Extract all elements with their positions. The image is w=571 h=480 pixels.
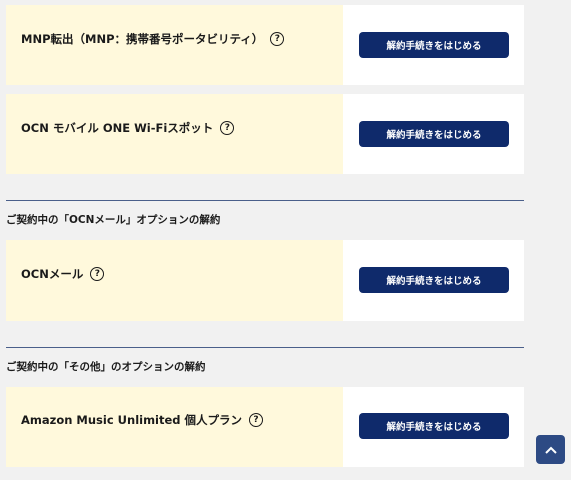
question-circle-icon[interactable]: ? xyxy=(249,413,264,427)
cancel-procedure-button-mnp[interactable]: 解約手続きをはじめる xyxy=(359,32,509,58)
option-name: MNP転出（MNP：携帯番号ポータビリティ） xyxy=(21,32,264,46)
cancel-procedure-button-ocn-mail[interactable]: 解約手続きをはじめる xyxy=(359,267,509,293)
option-action-area: 解約手続きをはじめる xyxy=(343,387,524,467)
question-circle-icon[interactable]: ? xyxy=(220,121,235,135)
option-action-area: 解約手続きをはじめる xyxy=(343,5,524,85)
option-label-area: MNP転出（MNP：携帯番号ポータビリティ） ? xyxy=(6,5,343,85)
cancel-procedure-button-wifi-spot[interactable]: 解約手続きをはじめる xyxy=(359,121,509,147)
option-label-area: OCN モバイル ONE Wi-Fiスポット ? xyxy=(6,94,343,174)
option-action-area: 解約手続きをはじめる xyxy=(343,240,524,321)
option-action-area: 解約手続きをはじめる xyxy=(343,94,524,174)
option-label-ocn-mail: OCNメール ? xyxy=(21,266,105,282)
scroll-to-top-button[interactable] xyxy=(536,435,565,464)
option-name: OCN モバイル ONE Wi-Fiスポット xyxy=(21,121,214,135)
section-heading-ocn-mail: ご契約中の「OCNメール」オプションの解約 xyxy=(6,214,221,226)
option-label-amazon-music: Amazon Music Unlimited 個人プラン ? xyxy=(21,412,264,428)
section-divider xyxy=(6,347,524,348)
option-card-wifi-spot: OCN モバイル ONE Wi-Fiスポット ? 解約手続きをはじめる xyxy=(6,94,524,174)
option-card-mnp: MNP転出（MNP：携帯番号ポータビリティ） ? 解約手続きをはじめる xyxy=(6,5,524,85)
question-circle-icon[interactable]: ? xyxy=(270,32,285,46)
question-circle-icon[interactable]: ? xyxy=(90,267,105,281)
section-heading-other: ご契約中の「その他」のオプションの解約 xyxy=(6,361,206,373)
option-label-area: OCNメール ? xyxy=(6,240,343,321)
option-name: Amazon Music Unlimited 個人プラン xyxy=(21,413,243,427)
option-card-amazon-music: Amazon Music Unlimited 個人プラン ? 解約手続きをはじめ… xyxy=(6,387,524,467)
option-label-wifi-spot: OCN モバイル ONE Wi-Fiスポット ? xyxy=(21,120,235,136)
chevron-up-icon xyxy=(544,446,557,454)
option-name: OCNメール xyxy=(21,267,84,281)
cancel-procedure-button-amazon-music[interactable]: 解約手続きをはじめる xyxy=(359,413,509,439)
section-divider xyxy=(6,200,524,201)
option-label-area: Amazon Music Unlimited 個人プラン ? xyxy=(6,387,343,467)
option-label-mnp: MNP転出（MNP：携帯番号ポータビリティ） ? xyxy=(21,31,285,47)
option-card-ocn-mail: OCNメール ? 解約手続きをはじめる xyxy=(6,240,524,321)
